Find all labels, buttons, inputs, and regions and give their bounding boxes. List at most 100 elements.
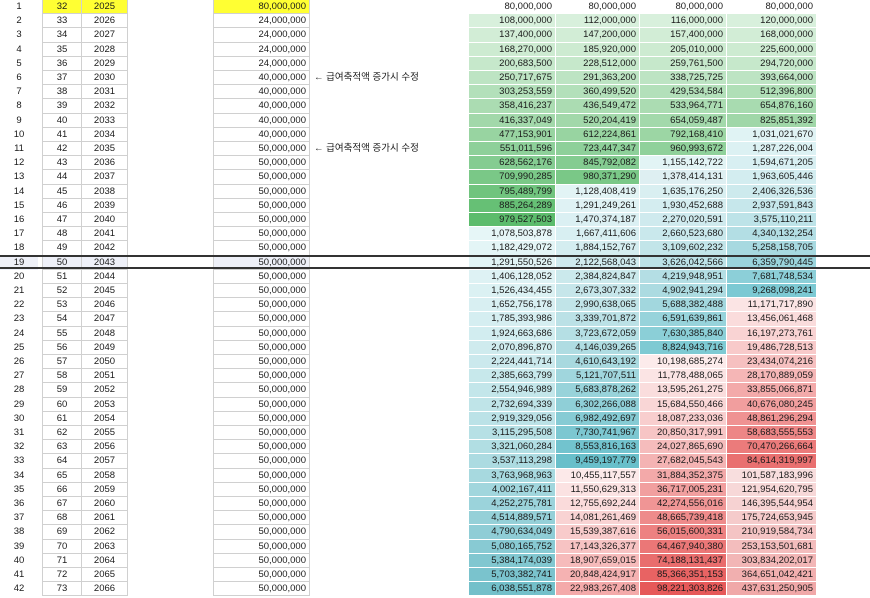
projection-cell[interactable]: 1,667,411,606 [556,227,640,242]
projection-cell[interactable]: 654,876,160 [727,99,817,114]
age-cell[interactable]: 55 [42,326,82,341]
contribution-cell[interactable]: 50,000,000 [213,326,310,341]
age-cell[interactable]: 72 [42,568,82,583]
year-cell[interactable]: 2034 [82,127,128,142]
projection-cell[interactable]: 15,539,387,616 [556,525,640,540]
contribution-cell[interactable]: 50,000,000 [213,340,310,355]
contribution-cell[interactable]: 50,000,000 [213,355,310,370]
projection-cell[interactable]: 250,717,675 [469,71,556,86]
age-cell[interactable]: 37 [42,71,82,86]
projection-cell[interactable]: 3,537,113,298 [469,454,556,469]
projection-cell[interactable]: 40,676,080,245 [727,397,817,412]
year-cell[interactable]: 2065 [82,568,128,583]
projection-cell[interactable]: 654,059,487 [640,113,727,128]
age-cell[interactable]: 46 [42,198,82,213]
year-cell[interactable]: 2063 [82,539,128,554]
projection-cell[interactable]: 5,683,878,262 [556,383,640,398]
projection-cell[interactable]: 31,884,352,375 [640,468,727,483]
projection-cell[interactable]: 11,550,629,313 [556,482,640,497]
age-cell[interactable]: 57 [42,355,82,370]
projection-cell[interactable]: 147,200,000 [556,28,640,43]
year-cell[interactable]: 2037 [82,170,128,185]
projection-cell[interactable]: 20,848,424,917 [556,568,640,583]
projection-cell[interactable]: 22,983,267,408 [556,582,640,597]
projection-cell[interactable]: 120,000,000 [727,14,817,29]
projection-cell[interactable]: 1,785,393,986 [469,312,556,327]
contribution-cell[interactable]: 40,000,000 [213,85,310,100]
year-cell[interactable]: 2041 [82,227,128,242]
projection-cell[interactable]: 360,499,520 [556,85,640,100]
contribution-cell[interactable]: 50,000,000 [213,142,310,157]
projection-cell[interactable]: 2,385,663,799 [469,369,556,384]
year-cell[interactable]: 2044 [82,269,128,284]
projection-cell[interactable]: 551,011,596 [469,142,556,157]
projection-cell[interactable]: 36,717,005,231 [640,482,727,497]
projection-cell[interactable]: 200,683,500 [469,56,556,71]
contribution-cell[interactable]: 50,000,000 [213,454,310,469]
projection-cell[interactable]: 5,258,158,705 [727,241,817,256]
age-cell[interactable]: 32 [42,0,82,15]
projection-cell[interactable]: 253,153,501,681 [727,539,817,554]
age-cell[interactable]: 61 [42,411,82,426]
projection-cell[interactable]: 709,990,285 [469,170,556,185]
year-cell[interactable]: 2027 [82,28,128,43]
contribution-cell[interactable]: 40,000,000 [213,71,310,86]
projection-cell[interactable]: 429,534,584 [640,85,727,100]
projection-cell[interactable]: 7,681,748,534 [727,269,817,284]
projection-cell[interactable]: 1,291,550,526 [469,255,556,270]
contribution-cell[interactable]: 50,000,000 [213,156,310,171]
projection-cell[interactable]: 4,340,132,254 [727,227,817,242]
projection-cell[interactable]: 8,553,816,163 [556,440,640,455]
contribution-cell[interactable]: 50,000,000 [213,284,310,299]
projection-cell[interactable]: 294,720,000 [727,56,817,71]
contribution-cell[interactable]: 50,000,000 [213,383,310,398]
projection-cell[interactable]: 80,000,000 [727,0,817,15]
projection-cell[interactable]: 74,188,131,437 [640,553,727,568]
projection-cell[interactable]: 885,264,289 [469,198,556,213]
year-cell[interactable]: 2050 [82,355,128,370]
projection-cell[interactable]: 11,778,488,065 [640,369,727,384]
projection-cell[interactable]: 157,400,000 [640,28,727,43]
age-cell[interactable]: 49 [42,241,82,256]
projection-cell[interactable]: 101,587,183,996 [727,468,817,483]
year-cell[interactable]: 2031 [82,85,128,100]
projection-cell[interactable]: 533,964,771 [640,99,727,114]
projection-cell[interactable]: 795,489,799 [469,184,556,199]
projection-cell[interactable]: 6,359,790,445 [727,255,817,270]
year-cell[interactable]: 2043 [82,255,128,270]
projection-cell[interactable]: 4,219,948,951 [640,269,727,284]
contribution-cell[interactable]: 50,000,000 [213,369,310,384]
year-cell[interactable]: 2059 [82,482,128,497]
projection-cell[interactable]: 5,121,707,511 [556,369,640,384]
projection-cell[interactable]: 15,684,550,466 [640,397,727,412]
age-cell[interactable]: 35 [42,42,82,57]
contribution-cell[interactable]: 50,000,000 [213,312,310,327]
age-cell[interactable]: 58 [42,369,82,384]
contribution-cell[interactable]: 50,000,000 [213,553,310,568]
contribution-cell[interactable]: 24,000,000 [213,28,310,43]
age-cell[interactable]: 62 [42,426,82,441]
contribution-cell[interactable]: 50,000,000 [213,227,310,242]
projection-cell[interactable]: 2,270,020,591 [640,213,727,228]
age-cell[interactable]: 64 [42,454,82,469]
projection-cell[interactable]: 6,982,492,697 [556,411,640,426]
projection-cell[interactable]: 1,128,408,419 [556,184,640,199]
projection-cell[interactable]: 2,406,326,536 [727,184,817,199]
age-cell[interactable]: 73 [42,582,82,597]
projection-cell[interactable]: 58,683,555,553 [727,426,817,441]
projection-cell[interactable]: 3,626,042,566 [640,255,727,270]
year-cell[interactable]: 2056 [82,440,128,455]
age-cell[interactable]: 65 [42,468,82,483]
age-cell[interactable]: 50 [42,255,82,270]
year-cell[interactable]: 2026 [82,14,128,29]
year-cell[interactable]: 2049 [82,340,128,355]
age-cell[interactable]: 67 [42,497,82,512]
projection-cell[interactable]: 24,027,865,690 [640,440,727,455]
projection-cell[interactable]: 2,937,591,843 [727,198,817,213]
contribution-cell[interactable]: 50,000,000 [213,184,310,199]
projection-cell[interactable]: 393,664,000 [727,71,817,86]
projection-cell[interactable]: 416,337,049 [469,113,556,128]
year-cell[interactable]: 2057 [82,454,128,469]
projection-cell[interactable]: 98,221,303,826 [640,582,727,597]
projection-cell[interactable]: 112,000,000 [556,14,640,29]
